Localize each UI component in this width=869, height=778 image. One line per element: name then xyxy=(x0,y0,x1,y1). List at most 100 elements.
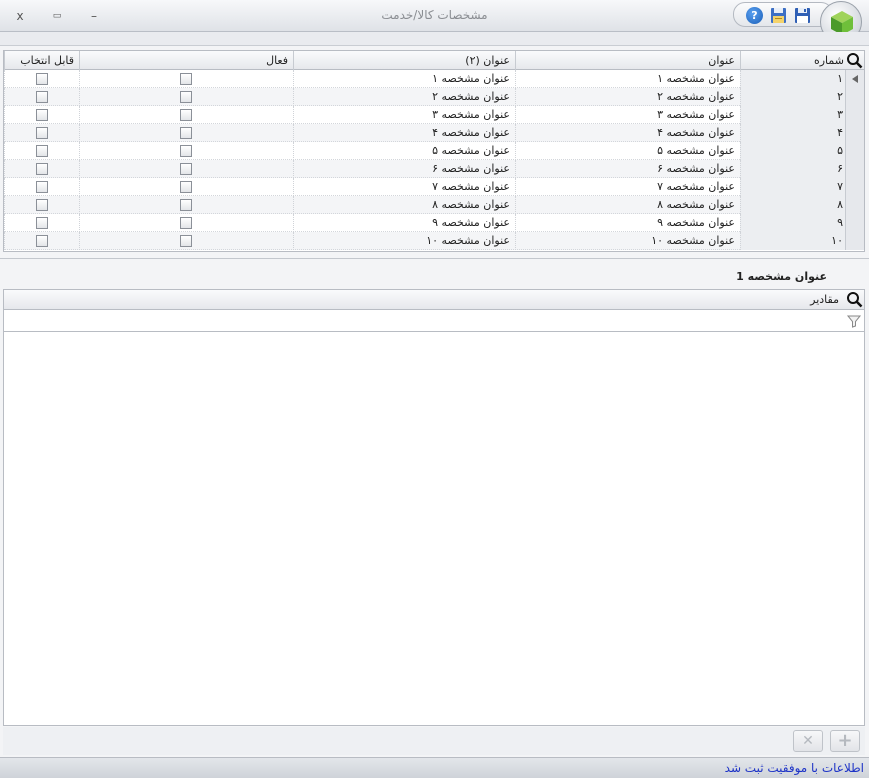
active-checkbox[interactable] xyxy=(180,73,192,85)
table-row[interactable]: عنوان مشخصه ۹ عنوان مشخصه ۹۹ xyxy=(4,214,864,232)
active-cell xyxy=(79,232,293,250)
selectable-checkbox[interactable] xyxy=(36,109,48,121)
filter-icon[interactable] xyxy=(846,313,862,329)
selectable-checkbox[interactable] xyxy=(36,163,48,175)
title-cell[interactable]: عنوان مشخصه ۷ xyxy=(515,178,740,196)
active-checkbox[interactable] xyxy=(180,91,192,103)
active-checkbox[interactable] xyxy=(180,217,192,229)
active-checkbox[interactable] xyxy=(180,127,192,139)
row-indicator[interactable] xyxy=(845,106,864,124)
active-checkbox[interactable] xyxy=(180,109,192,121)
row-indicator[interactable] xyxy=(845,160,864,178)
search-icon[interactable] xyxy=(846,52,863,69)
table-row[interactable]: عنوان مشخصه ۱ عنوان مشخصه ۱۱ xyxy=(4,70,864,88)
title2-cell[interactable]: عنوان مشخصه ۱ xyxy=(293,70,515,88)
column-header-selectable[interactable]: قابل انتخاب xyxy=(4,51,79,70)
selectable-checkbox[interactable] xyxy=(36,199,48,211)
row-indicator[interactable] xyxy=(845,214,864,232)
active-cell xyxy=(79,160,293,178)
selectable-cell xyxy=(4,88,79,106)
number-cell[interactable]: ۸ xyxy=(740,196,846,214)
row-indicator[interactable] xyxy=(845,178,864,196)
row-indicator[interactable] xyxy=(845,88,864,106)
row-indicator[interactable] xyxy=(845,196,864,214)
number-cell[interactable]: ۱۰ xyxy=(740,232,846,250)
selectable-checkbox[interactable] xyxy=(36,181,48,193)
title2-cell[interactable]: عنوان مشخصه ۲ xyxy=(293,88,515,106)
number-cell[interactable]: ۷ xyxy=(740,178,846,196)
section-title: عنوان مشخصه 1 xyxy=(736,270,827,283)
column-header-title[interactable]: عنوان xyxy=(515,51,740,70)
title2-cell[interactable]: عنوان مشخصه ۶ xyxy=(293,160,515,178)
selectable-checkbox[interactable] xyxy=(36,127,48,139)
title2-cell[interactable]: عنوان مشخصه ۱۰ xyxy=(293,232,515,250)
number-cell[interactable]: ۵ xyxy=(740,142,846,160)
title-cell[interactable]: عنوان مشخصه ۲ xyxy=(515,88,740,106)
table-row[interactable]: عنوان مشخصه ۲ عنوان مشخصه ۲۲ xyxy=(4,88,864,106)
title2-cell[interactable]: عنوان مشخصه ۳ xyxy=(293,106,515,124)
column-header-active[interactable]: فعال xyxy=(79,51,293,70)
search-icon[interactable] xyxy=(846,291,863,308)
row-indicator[interactable] xyxy=(845,70,864,88)
active-checkbox[interactable] xyxy=(180,181,192,193)
selectable-cell xyxy=(4,124,79,142)
active-cell xyxy=(79,196,293,214)
active-checkbox[interactable] xyxy=(180,145,192,157)
save-icon[interactable] xyxy=(794,7,811,24)
title-cell[interactable]: عنوان مشخصه ۴ xyxy=(515,124,740,142)
title2-cell[interactable]: عنوان مشخصه ۷ xyxy=(293,178,515,196)
table-row[interactable]: عنوان مشخصه ۵ عنوان مشخصه ۵۵ xyxy=(4,142,864,160)
active-checkbox[interactable] xyxy=(180,163,192,175)
title-cell[interactable]: عنوان مشخصه ۱ xyxy=(515,70,740,88)
number-cell[interactable]: ۱ xyxy=(740,70,846,88)
table-row[interactable]: عنوان مشخصه ۳ عنوان مشخصه ۳۳ xyxy=(4,106,864,124)
column-header-values[interactable]: مقادیر xyxy=(2,290,844,310)
title-cell[interactable]: عنوان مشخصه ۹ xyxy=(515,214,740,232)
selectable-cell xyxy=(4,160,79,178)
column-header-title2[interactable]: عنوان (۲) xyxy=(293,51,515,70)
table-row[interactable]: عنوان مشخصه ۱۰ عنوان مشخصه ۱۰ ۱۰ xyxy=(4,232,864,250)
title-cell[interactable]: عنوان مشخصه ۶ xyxy=(515,160,740,178)
column-header-number[interactable]: شماره xyxy=(740,51,846,70)
selectable-cell xyxy=(4,106,79,124)
selectable-checkbox[interactable] xyxy=(36,73,48,85)
number-cell[interactable]: ۳ xyxy=(740,106,846,124)
help-icon[interactable]: ? xyxy=(746,7,763,24)
selectable-checkbox[interactable] xyxy=(36,235,48,247)
row-indicator[interactable] xyxy=(845,232,864,250)
title2-cell[interactable]: عنوان مشخصه ۴ xyxy=(293,124,515,142)
active-checkbox[interactable] xyxy=(180,199,192,211)
delete-button[interactable]: ✕ xyxy=(793,730,823,752)
number-cell[interactable]: ۹ xyxy=(740,214,846,232)
table-row[interactable]: عنوان مشخصه ۷ عنوان مشخصه ۷۷ xyxy=(4,178,864,196)
selectable-cell xyxy=(4,142,79,160)
active-checkbox[interactable] xyxy=(180,235,192,247)
filter-row[interactable] xyxy=(4,310,864,332)
table-row[interactable]: عنوان مشخصه ۴ عنوان مشخصه ۴۴ xyxy=(4,124,864,142)
row-indicator[interactable] xyxy=(845,124,864,142)
save-all-icon[interactable] xyxy=(770,7,787,24)
selectable-checkbox[interactable] xyxy=(36,145,48,157)
number-cell[interactable]: ۶ xyxy=(740,160,846,178)
title-bar: x ▭ – مشخصات کالا/خدمت ? xyxy=(0,0,869,32)
row-indicator[interactable] xyxy=(845,142,864,160)
selectable-cell xyxy=(4,178,79,196)
table-row[interactable]: عنوان مشخصه ۸ عنوان مشخصه ۸۸ xyxy=(4,196,864,214)
table-row[interactable]: عنوان مشخصه ۶ عنوان مشخصه ۶۶ xyxy=(4,160,864,178)
title2-cell[interactable]: عنوان مشخصه ۹ xyxy=(293,214,515,232)
selectable-cell xyxy=(4,70,79,88)
selectable-checkbox[interactable] xyxy=(36,217,48,229)
title2-cell[interactable]: عنوان مشخصه ۸ xyxy=(293,196,515,214)
title-cell[interactable]: عنوان مشخصه ۸ xyxy=(515,196,740,214)
number-cell[interactable]: ۴ xyxy=(740,124,846,142)
add-button[interactable]: + xyxy=(830,730,860,752)
active-cell xyxy=(79,70,293,88)
title-cell[interactable]: عنوان مشخصه ۱۰ xyxy=(515,232,740,250)
title-cell[interactable]: عنوان مشخصه ۳ xyxy=(515,106,740,124)
title-cell[interactable]: عنوان مشخصه ۵ xyxy=(515,142,740,160)
title2-cell[interactable]: عنوان مشخصه ۵ xyxy=(293,142,515,160)
selectable-checkbox[interactable] xyxy=(36,91,48,103)
values-grid: مقادیر xyxy=(3,289,865,726)
selectable-cell xyxy=(4,232,79,250)
number-cell[interactable]: ۲ xyxy=(740,88,846,106)
